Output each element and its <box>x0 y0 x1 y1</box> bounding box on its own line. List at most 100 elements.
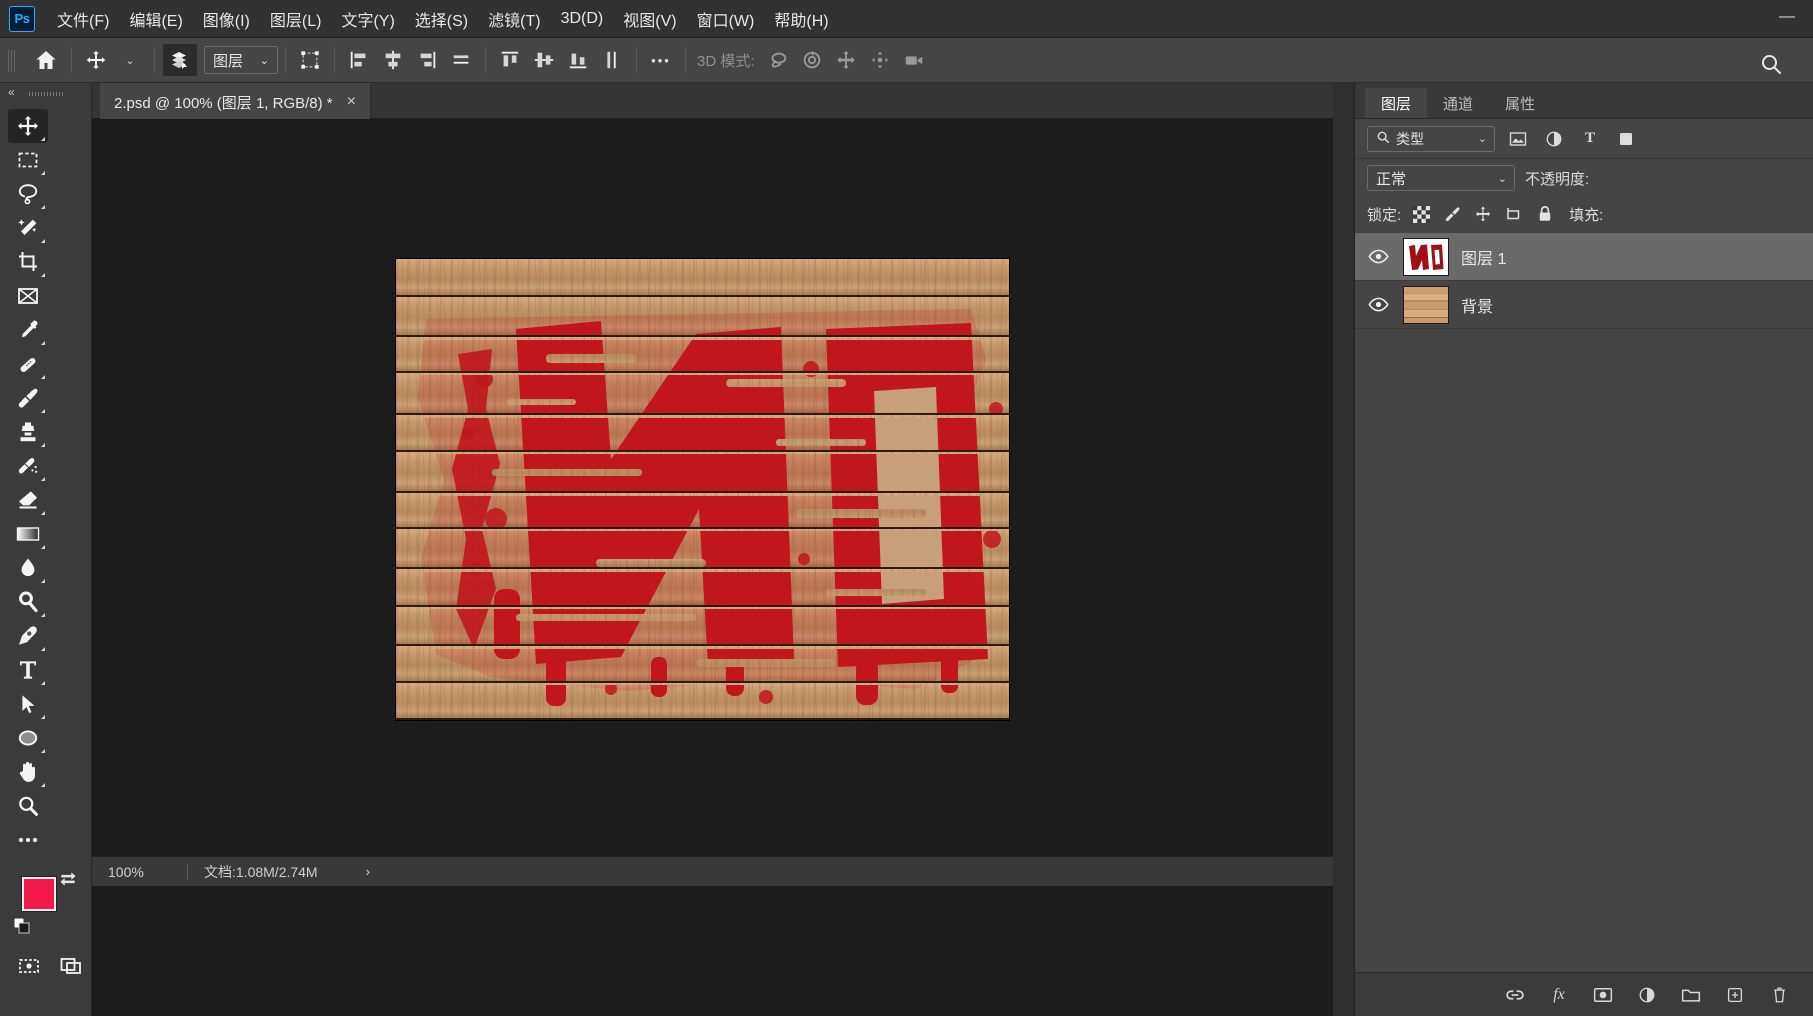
lock-position-icon[interactable] <box>1472 203 1494 225</box>
canvas-area[interactable] <box>92 119 1333 856</box>
align-left-edges-icon[interactable] <box>343 44 375 76</box>
layer-name[interactable]: 背景 <box>1461 293 1493 317</box>
crop-tool[interactable] <box>8 245 48 279</box>
healing-brush-tool[interactable] <box>8 347 48 381</box>
add-layer-mask-icon[interactable] <box>1591 983 1615 1007</box>
pan-3d-icon[interactable] <box>830 44 862 76</box>
document-canvas[interactable] <box>396 259 1009 720</box>
camera-3d-icon[interactable] <box>898 44 930 76</box>
screen-mode-icon[interactable] <box>50 949 92 983</box>
lasso-tool[interactable] <box>8 177 48 211</box>
layer-row-1[interactable]: 图层 1 <box>1355 233 1813 281</box>
menu-window[interactable]: 窗口(W) <box>687 3 765 35</box>
eraser-tool[interactable] <box>8 483 48 517</box>
layer-list[interactable]: 图层 1 背景 <box>1355 233 1813 972</box>
align-vertical-centers-icon[interactable] <box>528 44 560 76</box>
orbit-3d-icon[interactable] <box>762 44 794 76</box>
show-transform-controls-icon[interactable] <box>294 44 326 76</box>
menu-help[interactable]: 帮助(H) <box>764 3 838 35</box>
align-right-edges-icon[interactable] <box>411 44 443 76</box>
layer-thumbnail[interactable] <box>1403 285 1449 324</box>
link-layers-icon[interactable] <box>1503 983 1527 1007</box>
filter-adjustment-icon[interactable] <box>1541 127 1567 151</box>
filter-kind-dropdown[interactable]: 类型 ⌄ <box>1367 125 1495 152</box>
collapse-toolbar-icon[interactable]: « <box>8 85 15 99</box>
layer-thumbnail[interactable] <box>1403 237 1449 276</box>
close-icon[interactable]: × <box>347 94 356 110</box>
gradient-tool[interactable] <box>8 517 48 551</box>
swap-colors-icon[interactable] <box>58 869 78 893</box>
magic-wand-tool[interactable] <box>8 211 48 245</box>
minimize-button[interactable]: — <box>1775 9 1799 28</box>
filter-pixel-icon[interactable] <box>1505 127 1531 151</box>
document-tab[interactable]: 2.psd @ 100% (图层 1, RGB/8) * × <box>100 83 371 119</box>
distribute-vertical-icon[interactable] <box>596 44 628 76</box>
rectangular-marquee-tool[interactable] <box>8 143 48 177</box>
foreground-color-swatch[interactable] <box>22 877 56 911</box>
pen-tool[interactable] <box>8 619 48 653</box>
frame-tool[interactable] <box>8 279 48 313</box>
menu-3d[interactable]: 3D(D) <box>551 6 614 32</box>
lock-image-pixels-icon[interactable] <box>1441 203 1463 225</box>
home-icon[interactable] <box>29 44 63 76</box>
clone-stamp-tool[interactable] <box>8 415 48 449</box>
type-tool[interactable] <box>8 653 48 687</box>
toolbar-grip[interactable] <box>28 87 63 101</box>
new-group-icon[interactable] <box>1679 983 1703 1007</box>
layer-visibility-toggle[interactable] <box>1365 297 1391 312</box>
edit-toolbar-button[interactable] <box>8 823 48 857</box>
new-layer-icon[interactable] <box>1723 983 1747 1007</box>
lock-transparent-pixels-icon[interactable] <box>1410 203 1432 225</box>
delete-layer-icon[interactable] <box>1767 983 1791 1007</box>
tab-properties[interactable]: 属性 <box>1489 88 1551 118</box>
zoom-level[interactable]: 100% <box>92 864 187 880</box>
align-horizontal-centers-icon[interactable] <box>377 44 409 76</box>
zoom-tool[interactable] <box>8 789 48 823</box>
menu-layer[interactable]: 图层(L) <box>260 3 332 35</box>
eyedropper-tool[interactable] <box>8 313 48 347</box>
ellipse-shape-tool[interactable] <box>8 721 48 755</box>
distribute-horizontal-icon[interactable] <box>445 44 477 76</box>
quick-mask-icon[interactable] <box>8 949 50 983</box>
new-adjustment-layer-icon[interactable] <box>1635 983 1659 1007</box>
filter-type-icon[interactable]: T <box>1577 127 1603 151</box>
status-expand-arrow-icon[interactable]: › <box>366 864 370 879</box>
dock-collapse-rail[interactable] <box>1333 83 1355 1016</box>
menu-filter[interactable]: 滤镜(T) <box>478 3 550 35</box>
tab-channels[interactable]: 通道 <box>1427 88 1489 118</box>
menu-type[interactable]: 文字(Y) <box>331 3 404 35</box>
tab-layers[interactable]: 图层 <box>1365 88 1428 118</box>
default-colors-icon[interactable] <box>13 917 32 941</box>
lock-artboard-nesting-icon[interactable] <box>1503 203 1525 225</box>
menu-edit[interactable]: 编辑(E) <box>119 3 192 35</box>
align-top-edges-icon[interactable] <box>494 44 526 76</box>
align-bottom-edges-icon[interactable] <box>562 44 594 76</box>
menu-select[interactable]: 选择(S) <box>405 3 478 35</box>
brush-tool[interactable] <box>8 381 48 415</box>
roll-3d-icon[interactable] <box>796 44 828 76</box>
more-options-icon[interactable]: ••• <box>645 44 677 76</box>
layer-visibility-toggle[interactable] <box>1365 249 1391 264</box>
blur-tool[interactable] <box>8 551 48 585</box>
path-selection-tool[interactable] <box>8 687 48 721</box>
auto-select-layers-icon[interactable] <box>163 44 197 76</box>
blend-mode-dropdown[interactable]: 正常 ⌄ <box>1367 165 1515 191</box>
layer-name[interactable]: 图层 1 <box>1461 245 1506 269</box>
menu-view[interactable]: 视图(V) <box>613 3 686 35</box>
hand-tool[interactable] <box>8 755 48 789</box>
options-bar-grip[interactable] <box>8 47 17 73</box>
menu-file[interactable]: 文件(F) <box>47 3 119 35</box>
filter-shape-icon[interactable] <box>1613 127 1639 151</box>
dodge-tool[interactable] <box>8 585 48 619</box>
slide-3d-icon[interactable] <box>864 44 896 76</box>
search-icon[interactable] <box>1754 48 1788 80</box>
history-brush-tool[interactable] <box>8 449 48 483</box>
lock-all-icon[interactable] <box>1534 203 1556 225</box>
auto-select-chevron-icon[interactable]: ⌄ <box>114 44 146 76</box>
auto-select-target-dropdown[interactable]: 图层 ⌄ <box>204 46 278 74</box>
layer-style-fx-icon[interactable]: fx <box>1547 983 1571 1007</box>
move-tool[interactable] <box>8 109 48 143</box>
layer-row-2[interactable]: 背景 <box>1355 281 1813 329</box>
menu-image[interactable]: 图像(I) <box>193 3 260 35</box>
move-tool-icon[interactable] <box>80 44 112 76</box>
